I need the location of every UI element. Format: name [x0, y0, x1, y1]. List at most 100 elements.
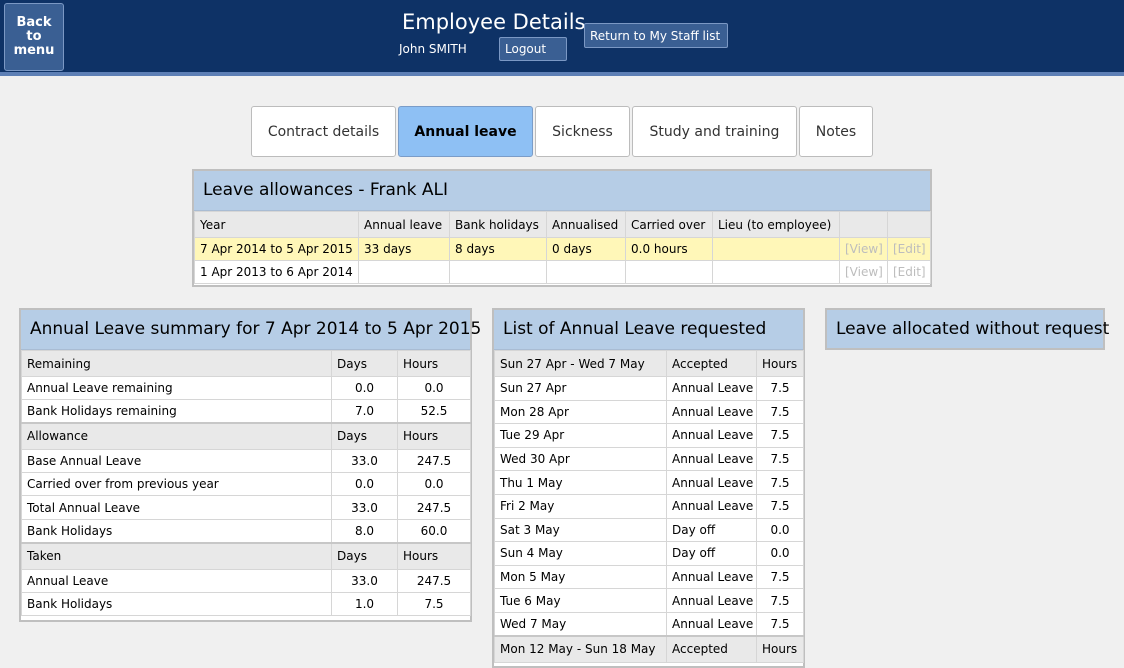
days-value: 0.0: [331, 472, 398, 496]
hours-value: 7.5: [397, 592, 471, 616]
table-row: Sat 3 May Day off 0.0: [494, 517, 804, 543]
carried-over-cell: [625, 260, 713, 284]
leave-hours: 7.5: [756, 611, 804, 637]
period-header-row: Mon 12 May - Sun 18 May Accepted Hours: [494, 635, 804, 663]
row-label: Annual Leave remaining: [21, 376, 332, 400]
carried-over-cell: 0.0 hours: [625, 237, 713, 261]
user-name: John SMITH: [399, 42, 467, 56]
leave-date: Sun 4 May: [494, 541, 667, 566]
column-header: [887, 211, 931, 238]
leave-date: Wed 7 May: [494, 611, 667, 637]
column-header: [839, 211, 888, 238]
page-title: Employee Details: [402, 10, 586, 34]
leave-date: Sun 27 Apr: [494, 376, 667, 401]
column-header: Annual leave: [358, 211, 450, 238]
table-row[interactable]: 1 Apr 2013 to 6 Apr 2014 [View] [Edit]: [194, 260, 931, 284]
section-heading: Remaining: [21, 350, 332, 377]
row-label: Carried over from previous year: [21, 472, 332, 496]
hours-value: 247.5: [397, 449, 471, 473]
edit-link[interactable]: [Edit]: [887, 237, 931, 261]
leave-type: Day off: [666, 541, 757, 566]
edit-link[interactable]: [Edit]: [887, 260, 931, 284]
hours-value: 0.0: [397, 376, 471, 400]
hours-header: Hours: [397, 421, 471, 450]
lieu-cell: [712, 260, 840, 284]
tab-annual-leave[interactable]: Annual leave: [398, 106, 533, 157]
hours-header: Hours: [397, 541, 471, 570]
row-label: Bank Holidays remaining: [21, 399, 332, 423]
leave-hours: 7.5: [756, 493, 804, 519]
leave-date: Tue 29 Apr: [494, 423, 667, 448]
hours-header: Hours: [397, 350, 471, 377]
column-header: Bank holidays: [449, 211, 547, 238]
tab-sickness[interactable]: Sickness: [535, 106, 630, 157]
accepted-header: Accepted: [666, 635, 757, 663]
days-value: 33.0: [331, 495, 398, 520]
return-to-staff-list-button[interactable]: Return to My Staff list: [584, 23, 728, 48]
view-link[interactable]: [View]: [839, 260, 888, 284]
summary-table: Remaining Days Hours Annual Leave remain…: [21, 350, 471, 616]
section-heading: Allowance: [21, 421, 332, 450]
section-header-row: Allowance Days Hours: [21, 421, 471, 450]
table-row: Bank Holidays remaining 7.0 52.5: [21, 399, 471, 423]
section-header-row: Taken Days Hours: [21, 541, 471, 570]
leave-allowances-panel: Leave allowances - Frank ALI Year Annual…: [192, 169, 932, 287]
column-header: Year: [194, 211, 359, 238]
leave-hours: 7.5: [756, 399, 804, 425]
table-row: Wed 7 May Annual Leave 7.5: [494, 611, 804, 637]
hours-value: 52.5: [397, 399, 471, 423]
days-value: 7.0: [331, 399, 398, 423]
hours-value: 0.0: [397, 472, 471, 496]
period-label: Mon 12 May - Sun 18 May: [494, 635, 667, 663]
leave-hours: 7.5: [756, 376, 804, 401]
leave-hours: 0.0: [756, 541, 804, 566]
days-value: 33.0: [331, 569, 398, 593]
hours-value: 247.5: [397, 495, 471, 520]
year-cell: 1 Apr 2013 to 6 Apr 2014: [194, 260, 359, 284]
row-label: Total Annual Leave: [21, 495, 332, 520]
section-heading: Taken: [21, 541, 332, 570]
leave-type: Annual Leave: [666, 564, 757, 590]
back-to-menu-button[interactable]: Back to menu: [4, 3, 64, 71]
requested-table: Sun 27 Apr - Wed 7 May Accepted Hours Su…: [494, 350, 804, 663]
hours-header: Hours: [756, 350, 804, 377]
hours-value: 60.0: [397, 519, 471, 543]
tab-notes[interactable]: Notes: [799, 106, 873, 157]
leave-date: Sat 3 May: [494, 517, 667, 543]
leave-hours: 7.5: [756, 446, 804, 472]
days-value: 1.0: [331, 592, 398, 616]
leave-type: Annual Leave: [666, 376, 757, 401]
table-row: Bank Holidays 8.0 60.0: [21, 519, 471, 543]
requested-title: List of Annual Leave requested: [494, 310, 803, 350]
bank-holidays-cell: 8 days: [449, 237, 547, 261]
table-row: Sun 27 Apr Annual Leave 7.5: [494, 376, 804, 401]
table-row: Tue 6 May Annual Leave 7.5: [494, 588, 804, 613]
days-value: 8.0: [331, 519, 398, 543]
table-row: Sun 4 May Day off 0.0: [494, 541, 804, 566]
days-value: 33.0: [331, 449, 398, 473]
leave-date: Thu 1 May: [494, 470, 667, 495]
hours-value: 247.5: [397, 569, 471, 593]
leave-hours: 7.5: [756, 423, 804, 448]
logout-button[interactable]: Logout: [499, 37, 567, 61]
column-header: Lieu (to employee): [712, 211, 840, 238]
period-header-row: Sun 27 Apr - Wed 7 May Accepted Hours: [494, 350, 804, 377]
table-row: Thu 1 May Annual Leave 7.5: [494, 470, 804, 495]
table-row: Tue 29 Apr Annual Leave 7.5: [494, 423, 804, 448]
leave-date: Mon 5 May: [494, 564, 667, 590]
leave-date: Mon 28 Apr: [494, 399, 667, 425]
year-cell: 7 Apr 2014 to 5 Apr 2015: [194, 237, 359, 261]
annual-leave-summary-panel: Annual Leave summary for 7 Apr 2014 to 5…: [19, 308, 481, 622]
tab-contract-details[interactable]: Contract details: [251, 106, 396, 157]
days-header: Days: [331, 541, 398, 570]
bank-holidays-cell: [449, 260, 547, 284]
leave-type: Annual Leave: [666, 446, 757, 472]
period-label: Sun 27 Apr - Wed 7 May: [494, 350, 667, 377]
annualised-cell: [546, 260, 626, 284]
table-row[interactable]: 7 Apr 2014 to 5 Apr 2015 33 days 8 days …: [194, 237, 931, 261]
leave-type: Day off: [666, 517, 757, 543]
tab-study-and-training[interactable]: Study and training: [632, 106, 797, 157]
table-row: Mon 28 Apr Annual Leave 7.5: [494, 399, 804, 425]
view-link[interactable]: [View]: [839, 237, 888, 261]
leave-type: Annual Leave: [666, 611, 757, 637]
